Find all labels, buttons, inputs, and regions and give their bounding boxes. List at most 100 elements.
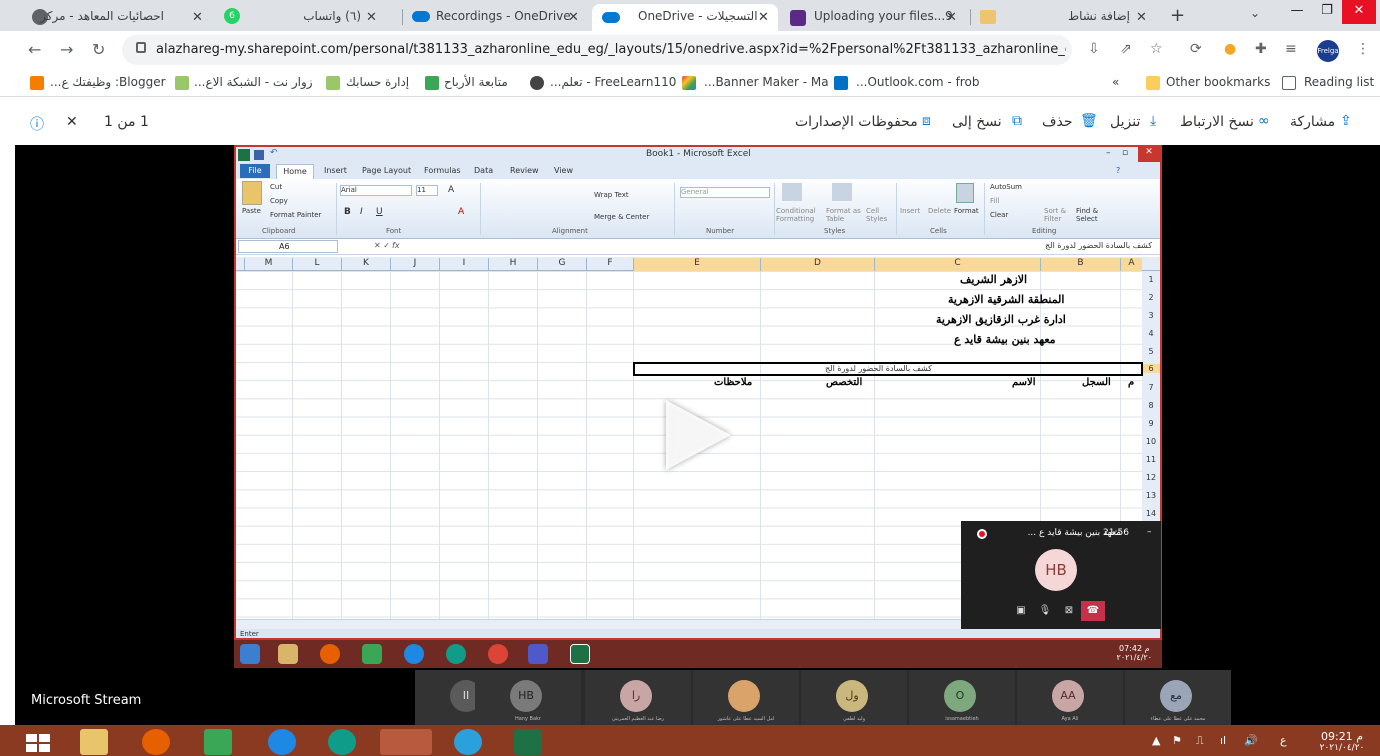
undo-icon[interactable]: ↶ (270, 148, 278, 158)
delete-button[interactable]: حذف (1042, 114, 1073, 130)
column-header[interactable]: M (244, 258, 292, 271)
tab-insert[interactable]: Insert (324, 166, 347, 175)
flag-icon[interactable]: ⚑ (1172, 734, 1182, 747)
more-bookmarks-chevron[interactable]: » (1112, 75, 1119, 89)
bold-icon[interactable]: B (344, 207, 351, 217)
tab-view[interactable]: View (554, 166, 573, 175)
column-header[interactable]: G (537, 258, 586, 271)
share-icon[interactable]: ⇗ (1120, 41, 1132, 57)
restore-icon[interactable]: ▫ (1122, 148, 1128, 158)
extension-sync-icon[interactable]: ⟳ (1190, 41, 1202, 57)
chrome-active-icon[interactable] (380, 729, 432, 755)
install-icon[interactable]: ⇩ (1088, 41, 1100, 57)
back-icon[interactable]: ← (28, 40, 41, 59)
row-header[interactable]: 2 (1142, 293, 1160, 302)
column-header[interactable]: J (390, 258, 439, 271)
paste-button[interactable]: Paste (242, 207, 261, 215)
camera-icon[interactable]: ▣ (1011, 601, 1031, 621)
font-size-select[interactable]: 11 (416, 185, 438, 196)
cut-button[interactable]: Cut (270, 183, 282, 191)
column-header[interactable]: I (439, 258, 488, 271)
download-button[interactable]: تنزيل (1110, 114, 1140, 130)
merge-center-button[interactable]: Merge & Center (594, 213, 649, 221)
participant-tile[interactable]: مع محمد على عطا على عطاء (1125, 670, 1231, 725)
italic-icon[interactable]: I (360, 207, 363, 217)
chrome-icon[interactable] (488, 644, 508, 664)
tab-formulas[interactable]: Formulas (424, 166, 461, 175)
star-icon[interactable]: ☆ (1150, 41, 1163, 57)
autosum-button[interactable]: AutoSum (990, 183, 1022, 191)
start-icon[interactable] (240, 644, 260, 664)
tab-close-icon[interactable]: ✕ (568, 10, 579, 25)
ie-icon[interactable] (268, 729, 296, 755)
tab-ahsaiyat[interactable]: ✕ احصائيات المعاهد - مركز (24, 4, 214, 31)
cell-c1[interactable]: الازهر الشريف (960, 273, 1027, 286)
tab-file[interactable]: File (240, 164, 270, 178)
row-header[interactable]: 7 (1142, 383, 1160, 392)
participant-tile[interactable]: O issamaebtieh (909, 670, 1015, 725)
minimize-icon[interactable]: – (1106, 148, 1111, 158)
close-icon[interactable]: ✕ (66, 114, 78, 130)
minimize-icon[interactable]: — (1282, 0, 1312, 24)
firefox-icon[interactable] (320, 644, 340, 664)
column-header[interactable]: E (633, 258, 760, 271)
column-header[interactable]: F (586, 258, 633, 271)
tab-search-chevron-icon[interactable]: ⌄ (1250, 6, 1260, 20)
menu-kebab-icon[interactable]: ⋮ (1356, 41, 1370, 57)
share-screen-icon[interactable]: ⊠ (1059, 601, 1079, 621)
row-header[interactable]: 14 (1142, 509, 1160, 518)
address-bar[interactable]: alazhareg-my.sharepoint.com/personal/t38… (122, 35, 1072, 65)
row-header[interactable]: 8 (1142, 401, 1160, 410)
tab-close-icon[interactable]: ✕ (366, 10, 377, 25)
insert-button[interactable]: Insert (900, 207, 920, 215)
play-icon[interactable] (666, 400, 731, 470)
fx-icon[interactable]: fx (392, 241, 400, 250)
row-header[interactable]: 5 (1142, 347, 1160, 356)
row-header[interactable]: 12 (1142, 473, 1160, 482)
cell-styles-button[interactable]: Cell Styles (866, 207, 896, 223)
save-icon[interactable] (254, 150, 264, 160)
reload-icon[interactable]: ↻ (92, 40, 105, 59)
font-name-select[interactable]: Arial (340, 185, 412, 196)
cell-c4[interactable]: معهد بنين بيشة قايد ع (954, 333, 1056, 346)
column-header[interactable]: L (292, 258, 341, 271)
fill-button[interactable]: Fill (990, 197, 999, 205)
header-cell-m[interactable]: م (1128, 377, 1134, 388)
bookmark-item[interactable]: Banner Maker - Ma... (704, 75, 829, 89)
tab-tasjilat[interactable]: التسجيلات - OneDrive ✕ (592, 4, 778, 31)
participant-tile[interactable]: ول وليد لطفي (801, 670, 907, 725)
file-explorer-icon[interactable] (80, 729, 108, 755)
underline-icon[interactable]: U (376, 207, 383, 217)
format-table-icon[interactable] (832, 183, 852, 201)
language-indicator[interactable]: ع (1280, 734, 1287, 747)
bookmark-item[interactable]: FreeLearn110 - تعلم... (550, 75, 676, 89)
number-format-select[interactable]: General (680, 187, 770, 198)
format-button[interactable]: Format (954, 207, 979, 215)
excel-taskbar-icon[interactable] (570, 644, 590, 664)
row-header[interactable]: 6 (1142, 364, 1160, 373)
participant-tile[interactable]: امل السيد عطا على عاشور (693, 670, 799, 725)
paste-icon[interactable] (242, 181, 262, 205)
copy-link-button[interactable]: نسخ الارتباط (1180, 114, 1254, 130)
excel-icon[interactable] (514, 729, 542, 755)
row-header[interactable]: 3 (1142, 311, 1160, 320)
tab-close-icon[interactable]: ✕ (946, 10, 957, 25)
version-history-button[interactable]: محفوظات الإصدارات (795, 114, 918, 130)
column-header[interactable]: C (874, 258, 1040, 271)
grow-font-icon[interactable]: A (448, 185, 454, 195)
tab-data[interactable]: Data (474, 166, 493, 175)
conditional-formatting-button[interactable]: Conditional Formatting (776, 207, 826, 223)
cancel-enter-icons[interactable]: ✕ ✓ (374, 241, 390, 250)
tab-recordings[interactable]: Recordings - OneDrive ✕ (404, 4, 590, 31)
tab-home[interactable]: Home (276, 164, 314, 179)
format-as-table-button[interactable]: Format as Table (826, 207, 862, 223)
new-tab-icon[interactable]: + (1170, 5, 1185, 26)
volume-icon[interactable]: 🔊 (1244, 734, 1258, 747)
help-icon[interactable]: ? (1116, 166, 1120, 175)
participant-tile[interactable]: را رضا عبد العظيم العمريتي (585, 670, 691, 725)
header-cell-sijil[interactable]: السجل (1082, 377, 1111, 388)
telegram-icon[interactable] (454, 729, 482, 755)
bookmark-item[interactable]: Outlook.com - frob... (856, 75, 979, 89)
ie-icon[interactable] (404, 644, 424, 664)
column-header[interactable]: H (488, 258, 537, 271)
